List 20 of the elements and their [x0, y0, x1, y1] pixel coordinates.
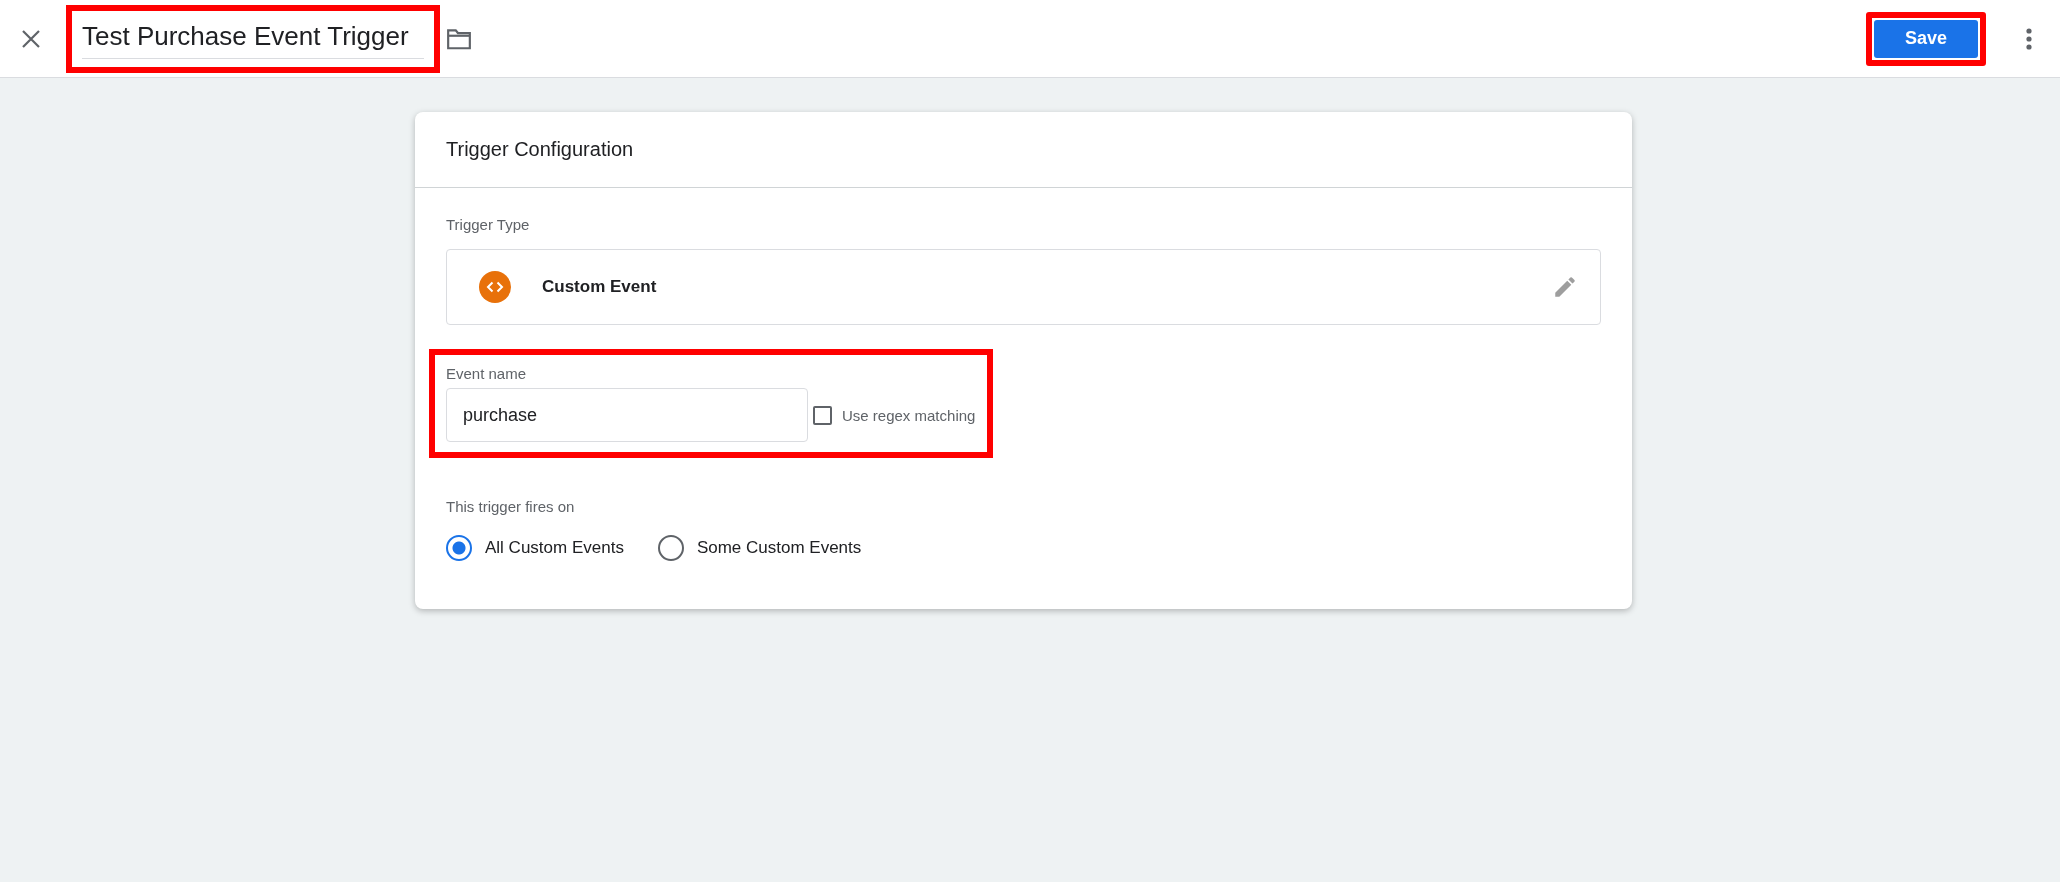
radio-button[interactable]	[657, 535, 684, 561]
section-label: This trigger fires on	[446, 498, 575, 515]
pencil-icon[interactable]	[1552, 274, 1578, 300]
trigger-type-name: Custom Event	[542, 277, 658, 297]
section-label: Trigger Type	[446, 216, 530, 233]
radio-label: All Custom Events	[485, 538, 624, 558]
folder-icon[interactable]	[446, 27, 472, 50]
trigger-type-selector[interactable]: Custom Event	[446, 249, 1601, 325]
checkbox-label: Use regex matching	[842, 406, 976, 424]
card-title: Trigger Configuration	[446, 138, 634, 161]
save-button[interactable]: Save	[1874, 19, 1978, 58]
radio-button[interactable]	[446, 535, 472, 561]
field-label: Event name	[446, 365, 528, 382]
code-icon	[479, 271, 511, 303]
more-options-icon[interactable]	[2026, 27, 2032, 50]
regex-checkbox[interactable]	[813, 405, 832, 425]
trigger-name-field[interactable]: Test Purchase Event Trigger	[82, 16, 424, 59]
event-name-field[interactable]: purchase	[446, 388, 808, 442]
radio-label: Some Custom Events	[696, 538, 862, 558]
close-icon[interactable]	[21, 28, 41, 49]
